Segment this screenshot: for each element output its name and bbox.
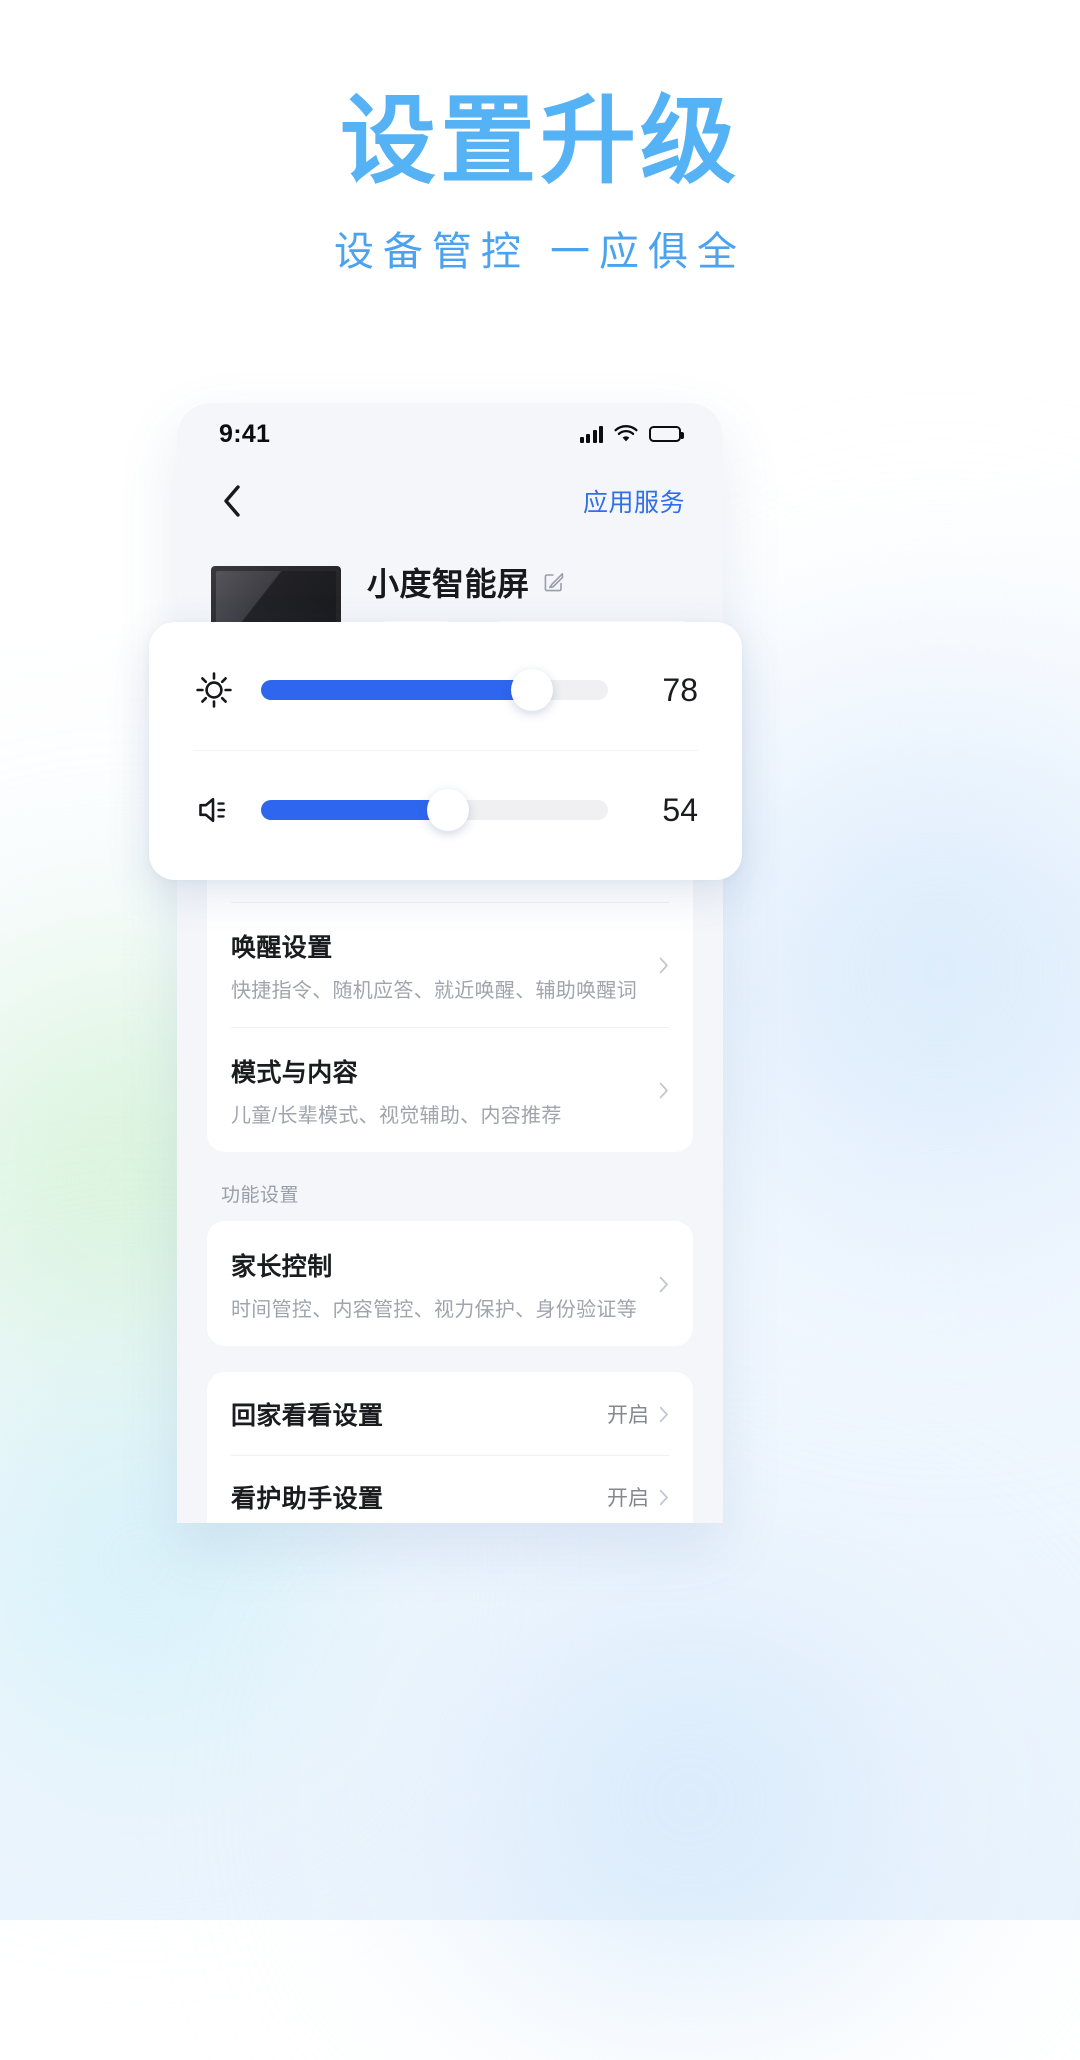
settings-row-value: 开启 <box>607 1487 649 1510</box>
settings-row-home-watch[interactable]: 回家看看设置 开启 <box>231 1372 669 1455</box>
chevron-right-icon <box>659 1276 668 1293</box>
settings-row-title: 模式与内容 <box>231 1059 359 1087</box>
brightness-icon <box>193 670 235 710</box>
status-time: 9:41 <box>219 419 271 448</box>
settings-row-title: 家长控制 <box>231 1253 333 1281</box>
settings-row-title: 回家看看设置 <box>231 1402 384 1430</box>
settings-row-subtitle: 儿童/长辈模式、视觉辅助、内容推荐 <box>231 1105 562 1127</box>
chevron-right-icon <box>659 1406 668 1422</box>
settings-group-two: 家长控制 时间管控、内容管控、视力保护、身份验证等 <box>207 1221 693 1346</box>
edit-icon[interactable] <box>542 570 566 594</box>
status-icons <box>579 425 684 443</box>
brightness-value: 78 <box>662 671 698 708</box>
settings-row-wakeup[interactable]: 唤醒设置 快捷指令、随机应答、就近唤醒、辅助唤醒词 <box>231 902 669 1027</box>
volume-slider-knob[interactable] <box>427 789 470 831</box>
chevron-right-icon <box>659 1082 668 1099</box>
phone-mockup: 9:41 应用服务 小度智能屏 唤醒设置 快捷指令、随机应答、就近唤醒、辅助唤醒… <box>177 403 723 1523</box>
battery-icon <box>649 426 684 442</box>
status-bar: 9:41 <box>177 403 723 465</box>
device-name: 小度智能屏 <box>367 566 530 602</box>
page-title: 设置升级 <box>340 88 740 195</box>
brightness-control-row: 78 <box>193 630 698 750</box>
glow-blue-bottom <box>240 1540 1080 2060</box>
nav-bar: 应用服务 <box>177 465 723 537</box>
settings-group-two-title: 功能设置 <box>221 1185 300 1206</box>
settings-row-subtitle: 快捷指令、随机应答、就近唤醒、辅助唤醒词 <box>231 980 637 1002</box>
chevron-right-icon <box>659 1489 668 1505</box>
back-chevron-icon <box>224 485 240 517</box>
app-service-link[interactable]: 应用服务 <box>583 483 685 519</box>
quick-controls-card: 78 54 <box>149 622 742 880</box>
page-subtitle: 设备管控 一应俱全 <box>333 229 747 274</box>
volume-control-row: 54 <box>193 750 698 870</box>
settings-row-care-assistant[interactable]: 看护助手设置 开启 <box>231 1455 669 1523</box>
settings-row-subtitle: 时间管控、内容管控、视力保护、身份验证等 <box>231 1299 637 1321</box>
back-button[interactable] <box>215 484 249 518</box>
settings-row-value: 开启 <box>607 1404 649 1427</box>
settings-group-three: 回家看看设置 开启 看护助手设置 开启 <box>207 1372 693 1523</box>
settings-row-title: 看护助手设置 <box>231 1485 384 1513</box>
settings-row-title: 唤醒设置 <box>231 934 333 962</box>
settings-list: 声音设置 系统音色、明星音色、闹钟铃声、提示音 唤醒设置 快捷指令、随机应答、就… <box>177 777 723 1523</box>
volume-icon <box>193 790 235 830</box>
settings-row-mode-content[interactable]: 模式与内容 儿童/长辈模式、视觉辅助、内容推荐 <box>231 1027 669 1152</box>
volume-slider[interactable] <box>261 789 608 831</box>
volume-value: 54 <box>662 791 698 828</box>
hero-heading: 设置升级 设备管控 一应俱全 <box>0 88 1080 277</box>
wifi-icon <box>614 425 638 443</box>
chevron-right-icon <box>659 957 668 974</box>
brightness-slider-knob[interactable] <box>510 669 553 711</box>
settings-row-parental-control[interactable]: 家长控制 时间管控、内容管控、视力保护、身份验证等 <box>231 1221 669 1346</box>
brightness-slider[interactable] <box>261 669 608 711</box>
signal-icon <box>579 425 603 443</box>
device-name-row: 小度智能屏 <box>367 559 685 605</box>
